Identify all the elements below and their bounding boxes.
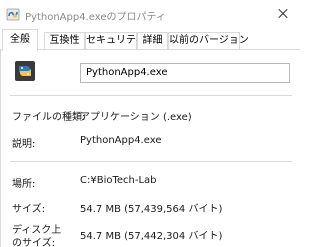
file-type-value: アプリケーション (.exe) xyxy=(80,112,192,123)
separator xyxy=(10,95,292,96)
tab-label: 互換性 xyxy=(49,35,80,46)
file-type-label: ファイルの種類: xyxy=(12,112,86,123)
location-value: C:¥BioTech-Lab xyxy=(80,175,157,186)
tab-compatibility[interactable]: 互換性 xyxy=(44,32,85,50)
tab-security[interactable]: セキュリティ xyxy=(85,32,145,50)
window-title: PythonApp4.exeのプロパティ xyxy=(25,12,166,23)
description-label: 説明: xyxy=(12,139,36,150)
tab-strip: 全般 互換性 セキュリティ 詳細 以前のバージョン xyxy=(0,28,300,51)
tab-details[interactable]: 詳細 xyxy=(137,32,168,50)
file-name-input[interactable]: PythonApp4.exe xyxy=(80,63,290,83)
disk-size-value: 54.7 MB (57,442,304 バイト) xyxy=(80,231,223,242)
tab-label: 詳細 xyxy=(142,35,163,46)
title-bar: PythonApp4.exeのプロパティ xyxy=(0,0,300,28)
description-value: PythonApp4.exe xyxy=(80,135,162,146)
close-button[interactable] xyxy=(272,4,294,24)
size-label: サイズ: xyxy=(12,204,46,215)
tab-label: 以前のバージョン xyxy=(169,35,249,46)
size-value: 54.7 MB (57,439,564 バイト) xyxy=(80,204,223,215)
python-app-icon xyxy=(15,61,35,81)
tab-general[interactable]: 全般 xyxy=(2,29,38,51)
python-file-icon xyxy=(6,8,20,21)
location-label: 場所: xyxy=(12,179,36,190)
tab-label: 全般 xyxy=(10,34,30,45)
disk-size-label-line2: のサイズ: xyxy=(12,238,56,247)
separator xyxy=(10,161,292,162)
tab-previous-versions[interactable]: 以前のバージョン xyxy=(168,32,249,50)
